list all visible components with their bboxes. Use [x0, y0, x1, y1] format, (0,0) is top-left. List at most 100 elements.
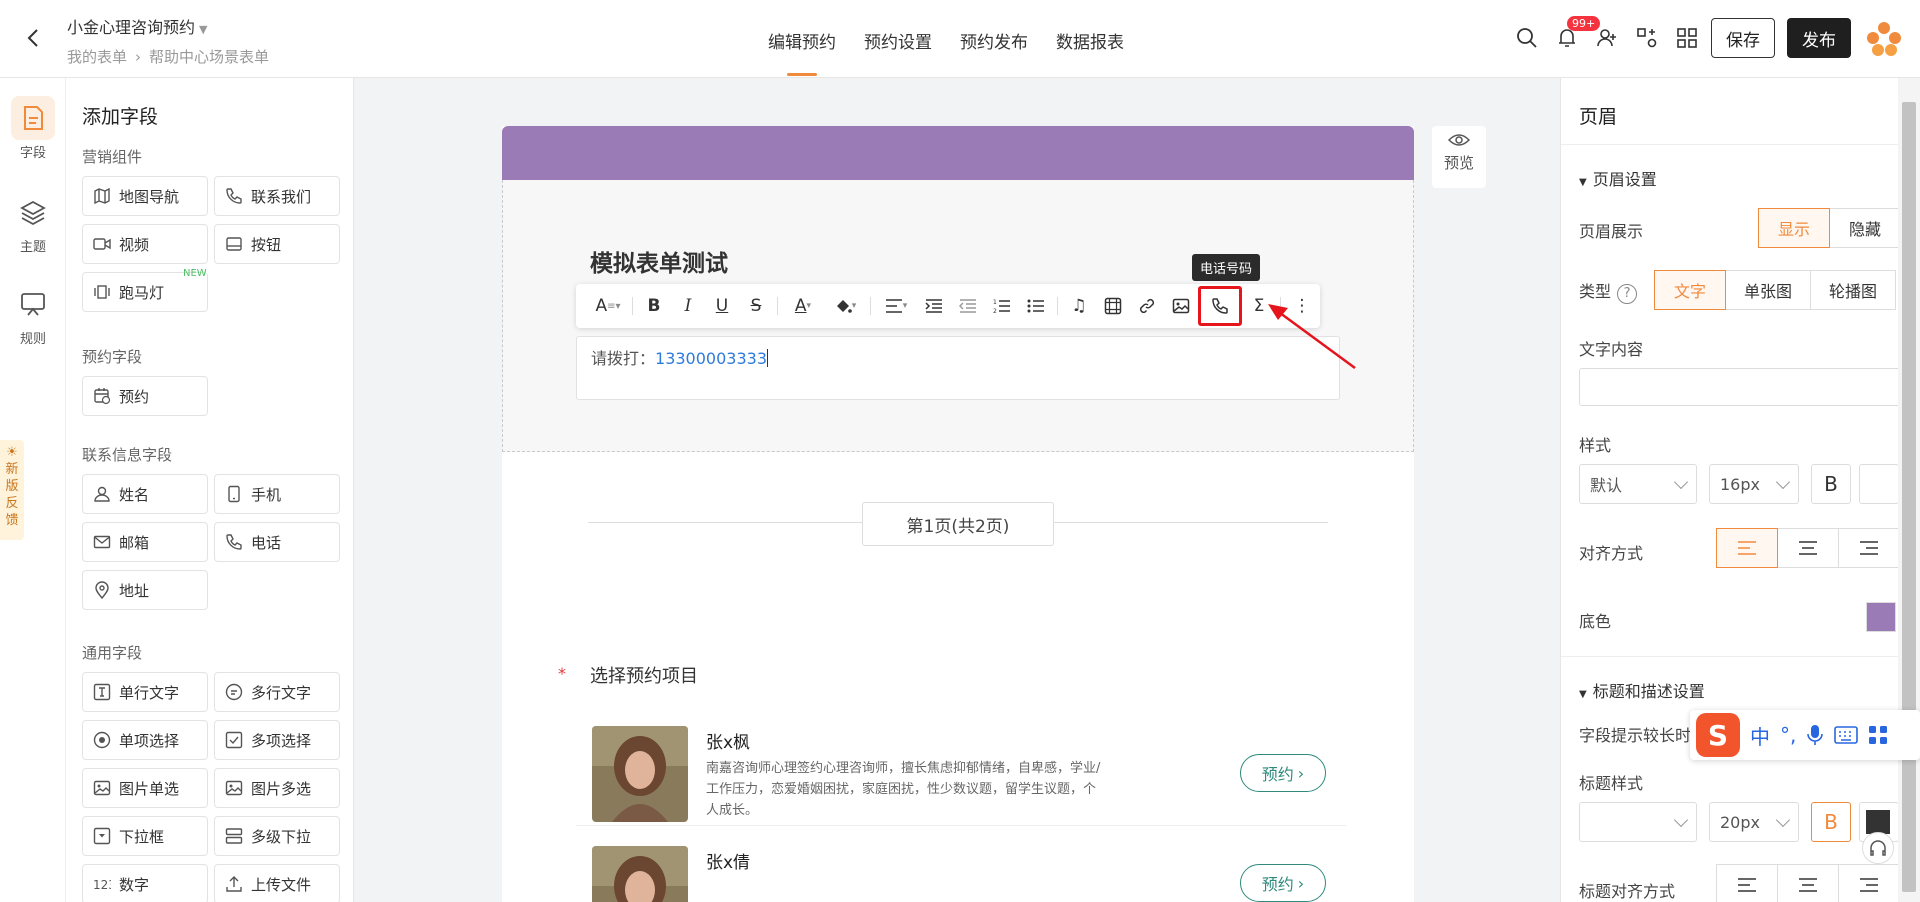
sogou-logo-icon[interactable]: S — [1696, 713, 1740, 757]
ime-punctuation[interactable]: °, — [1780, 723, 1796, 747]
align-center-icon[interactable] — [1777, 864, 1839, 902]
type-single-image-option[interactable]: 单张图 — [1725, 270, 1811, 310]
italic-icon[interactable]: I — [671, 291, 705, 321]
underline-icon[interactable]: U — [705, 291, 739, 321]
indent-icon[interactable] — [917, 291, 951, 321]
align-center-icon[interactable] — [1777, 528, 1839, 568]
header-text-editor[interactable]: 请拨打：13300003333 — [576, 336, 1340, 400]
book-button[interactable]: 预约 › — [1240, 754, 1326, 792]
add-user-icon[interactable] — [1595, 26, 1619, 50]
breadcrumb-item[interactable]: 我的表单 — [67, 48, 127, 66]
tab-reports[interactable]: 数据报表 — [1056, 28, 1124, 76]
search-icon[interactable] — [1515, 26, 1539, 50]
font-size-icon[interactable]: A ≡▾ — [588, 291, 628, 321]
caret-down-icon[interactable]: ▼ — [199, 23, 207, 36]
book-button[interactable]: 预约 › — [1240, 864, 1326, 902]
align-right-icon[interactable] — [1838, 528, 1900, 568]
form-title[interactable]: 模拟表单测试 — [590, 244, 728, 278]
field-contact-us[interactable]: 联系我们 — [214, 176, 340, 216]
field-image-single[interactable]: 图片单选 — [82, 768, 208, 808]
display-show-option[interactable]: 显示 — [1758, 208, 1830, 248]
text-content-input[interactable] — [1579, 368, 1909, 406]
ime-chinese-mode[interactable]: 中 — [1750, 721, 1770, 750]
bold-toggle[interactable]: B — [1811, 464, 1851, 504]
field-mobile[interactable]: 手机 — [214, 474, 340, 514]
field-address[interactable]: 地址 — [82, 570, 208, 610]
avatar-logo-icon[interactable] — [1864, 18, 1904, 58]
video-embed-icon[interactable] — [1096, 291, 1130, 321]
image-insert-icon[interactable] — [1164, 291, 1198, 321]
rail-item-theme[interactable]: 主题 — [0, 190, 66, 255]
apps-grid-icon[interactable] — [1675, 26, 1699, 50]
page-indicator[interactable]: 第1页(共2页) — [862, 502, 1054, 546]
field-multi-choice[interactable]: 多项选择 — [214, 720, 340, 760]
ordered-list-icon[interactable]: 12 — [985, 291, 1019, 321]
fill-color-icon[interactable]: ▾ — [824, 291, 866, 321]
field-phone[interactable]: 电话 — [214, 522, 340, 562]
title-bold-toggle[interactable]: B — [1811, 802, 1851, 842]
headset-support-icon[interactable] — [1862, 832, 1894, 864]
scrollbar-thumb[interactable] — [1902, 102, 1916, 892]
share-icon[interactable] — [1635, 26, 1659, 50]
scrollbar[interactable] — [1898, 78, 1920, 902]
section-header-title-desc[interactable]: ▼ 标题和描述设置 — [1579, 678, 1705, 702]
field-upload[interactable]: 上传文件 — [214, 864, 340, 902]
display-hide-option[interactable]: 隐藏 — [1829, 208, 1901, 248]
preview-button[interactable]: 预览 — [1432, 126, 1486, 188]
field-map-nav[interactable]: 地图导航 — [82, 176, 208, 216]
notification-button[interactable]: 99+ — [1555, 16, 1601, 50]
align-icon[interactable]: ▾ — [875, 291, 917, 321]
align-left-icon[interactable] — [1716, 528, 1778, 568]
align-left-icon[interactable] — [1716, 864, 1778, 902]
type-text-option[interactable]: 文字 — [1654, 270, 1726, 310]
help-icon[interactable]: ? — [1617, 284, 1638, 304]
question-label[interactable]: 选择预约项目 — [590, 662, 698, 688]
music-icon[interactable]: ♫ — [1062, 291, 1096, 321]
back-arrow-icon[interactable] — [22, 26, 46, 50]
list-item[interactable]: 张x倩 预约 › — [576, 836, 1346, 902]
font-color-picker[interactable] — [1859, 464, 1899, 504]
bullet-list-icon[interactable] — [1019, 291, 1053, 321]
font-color-icon[interactable]: A ▾ — [782, 291, 824, 321]
form-header-band[interactable] — [502, 126, 1414, 180]
field-single-choice[interactable]: 单项选择 — [82, 720, 208, 760]
field-number[interactable]: 123 数字 — [82, 864, 208, 902]
tab-settings[interactable]: 预约设置 — [864, 28, 932, 76]
bold-icon[interactable]: B — [637, 291, 671, 321]
title-font-size-select[interactable]: 20px — [1709, 802, 1799, 842]
tab-edit[interactable]: 编辑预约 — [768, 28, 836, 76]
app-title[interactable]: 小金心理咨询预约 ▼ — [67, 14, 207, 38]
save-button[interactable]: 保存 — [1711, 18, 1775, 58]
align-right-icon[interactable] — [1838, 864, 1900, 902]
style-select[interactable]: 默认 — [1579, 464, 1697, 504]
field-cascade-dropdown[interactable]: 多级下拉 — [214, 816, 340, 856]
editor-phone-link[interactable]: 13300003333 — [655, 349, 767, 368]
type-carousel-option[interactable]: 轮播图 — [1810, 270, 1896, 310]
field-name[interactable]: 姓名 — [82, 474, 208, 514]
phone-number-icon[interactable] — [1198, 286, 1242, 326]
field-multi-line[interactable]: 多行文字 — [214, 672, 340, 712]
rail-item-rules[interactable]: 规则 — [0, 282, 66, 347]
feedback-tab[interactable]: ☀ 新版反馈 — [0, 440, 24, 540]
keyboard-icon[interactable] — [1834, 726, 1859, 744]
field-dropdown[interactable]: 下拉框 — [82, 816, 208, 856]
field-button[interactable]: 按钮 — [214, 224, 340, 264]
list-item[interactable]: 张x枫 南嘉咨询师心理签约心理咨询师，擅长焦虑抑郁情绪，自卑感，学业/工作压力，… — [576, 716, 1346, 826]
bg-color-swatch[interactable] — [1866, 602, 1896, 632]
strikethrough-icon[interactable]: S — [739, 291, 773, 321]
field-email[interactable]: 邮箱 — [82, 522, 208, 562]
font-size-select[interactable]: 16px — [1709, 464, 1799, 504]
field-image-multi[interactable]: 图片多选 — [214, 768, 340, 808]
title-style-select[interactable] — [1579, 802, 1697, 842]
link-icon[interactable] — [1130, 291, 1164, 321]
apps-grid-icon[interactable] — [1868, 725, 1888, 745]
field-appointment[interactable]: 预约 — [82, 376, 208, 416]
field-single-line[interactable]: 单行文字 — [82, 672, 208, 712]
outdent-icon[interactable] — [951, 291, 985, 321]
field-video[interactable]: 视频 — [82, 224, 208, 264]
rail-item-fields[interactable]: 字段 — [0, 96, 66, 161]
section-header-settings[interactable]: ▼ 页眉设置 — [1579, 166, 1657, 190]
publish-button[interactable]: 发布 — [1787, 18, 1851, 58]
tab-publish[interactable]: 预约发布 — [960, 28, 1028, 76]
microphone-icon[interactable] — [1806, 724, 1824, 746]
